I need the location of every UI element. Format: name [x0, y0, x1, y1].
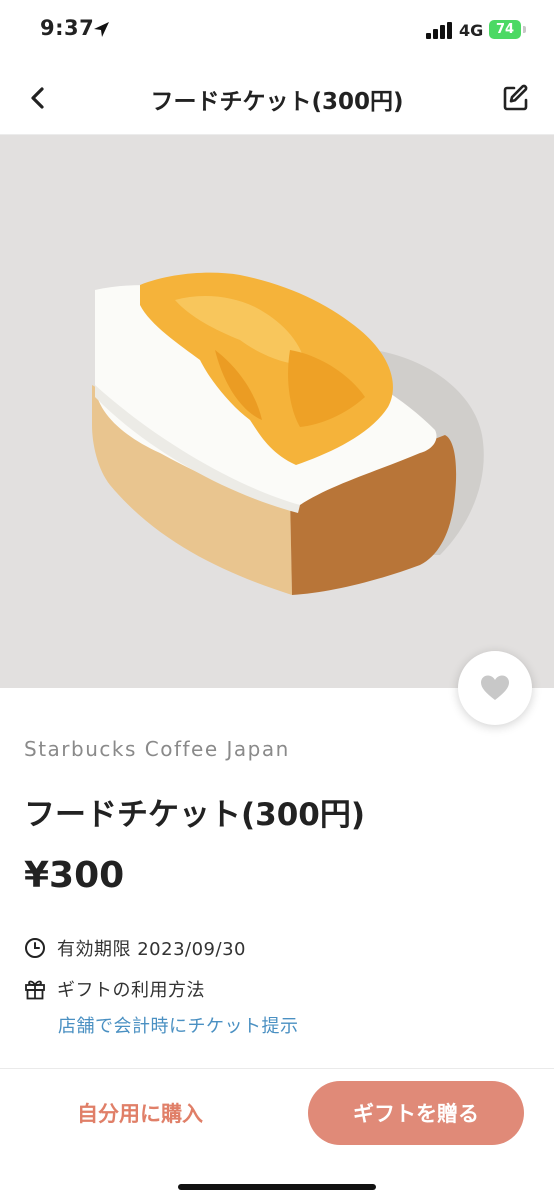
expiry-label: 有効期限 2023/09/30 — [57, 939, 246, 960]
howto-link[interactable]: 店舗で会計時にチケット提示 — [58, 1012, 299, 1038]
chevron-left-icon[interactable] — [22, 82, 54, 114]
edit-pencil-icon[interactable] — [500, 82, 532, 114]
product-price: ¥300 — [24, 855, 125, 896]
product-image — [0, 135, 554, 688]
battery-level: 74 — [495, 22, 515, 37]
footer-actions: 自分用に購入 ギフトを贈る — [0, 1068, 554, 1201]
howto-label: ギフトの利用方法 — [57, 980, 205, 1001]
send-gift-button[interactable]: ギフトを贈る — [308, 1081, 524, 1145]
cellular-signal-icon — [426, 22, 452, 39]
clock-icon — [25, 938, 45, 958]
howto-row: ギフトの利用方法 — [24, 976, 205, 1002]
battery-indicator: 74 — [489, 20, 521, 39]
gift-icon — [25, 980, 45, 1000]
status-time: 9:37 — [40, 16, 95, 40]
status-bar: 9:37 4G 74 — [0, 0, 554, 62]
product-title: フードチケット(300円) — [24, 797, 366, 833]
buy-for-self-button[interactable]: 自分用に購入 — [30, 1081, 250, 1145]
page-title: フードチケット(300円) — [150, 89, 404, 115]
heart-icon — [481, 675, 509, 700]
cake-photo — [92, 272, 484, 595]
expiry-row: 有効期限 2023/09/30 — [24, 935, 246, 961]
home-indicator[interactable] — [178, 1184, 376, 1190]
nav-bar: フードチケット(300円) — [0, 62, 554, 135]
brand-name: Starbucks Coffee Japan — [24, 737, 290, 761]
network-type: 4G — [459, 21, 484, 40]
battery-cap — [523, 26, 526, 33]
location-arrow-icon — [94, 22, 109, 37]
favorite-button[interactable] — [458, 651, 532, 725]
